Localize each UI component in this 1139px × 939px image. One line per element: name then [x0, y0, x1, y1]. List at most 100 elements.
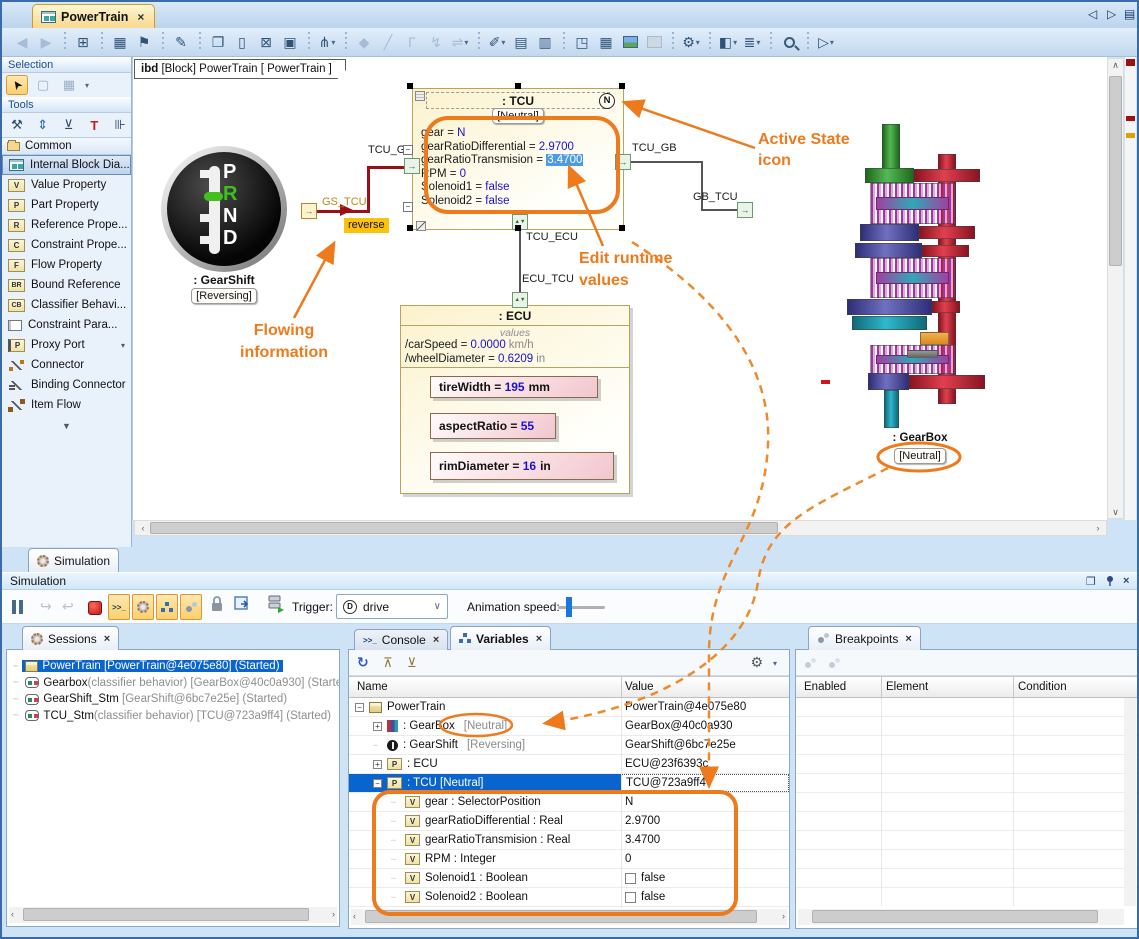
ecu-parameter-box[interactable]: tireWidth = 195mm: [430, 376, 598, 398]
port-label-gb-tcu[interactable]: GB_TCU: [693, 191, 738, 203]
create-diagram-icon[interactable]: ⚑: [133, 31, 155, 53]
palette-item-classifier-behavi[interactable]: CBClassifier Behavi...: [2, 295, 131, 315]
ecu-title[interactable]: : ECU: [401, 309, 629, 323]
column-divider[interactable]: [881, 677, 882, 699]
hierarchy-icon[interactable]: ⋔▾: [316, 31, 338, 53]
swimlane-v-icon[interactable]: ▤: [510, 31, 532, 53]
step-into-icon[interactable]: ↪: [40, 598, 52, 615]
animation-toggle-icon[interactable]: [132, 594, 154, 620]
text-tool-icon[interactable]: T: [83, 115, 105, 135]
compartment-grip[interactable]: [415, 91, 425, 101]
variable-row[interactable]: −P: TCU [Neutral]TCU@723a9ff4: [349, 774, 789, 793]
trigger-icon[interactable]: [268, 595, 285, 616]
close-tab-icon[interactable]: ×: [536, 633, 542, 645]
run-icon[interactable]: ▷▾: [815, 31, 837, 53]
column-divider[interactable]: [621, 677, 622, 699]
refresh-icon[interactable]: ↻: [357, 654, 369, 671]
animation-speed-slider-thumb[interactable]: [566, 597, 572, 617]
palette-item-item-flow[interactable]: Item Flow: [2, 395, 131, 415]
console-toggle-icon[interactable]: >>_: [108, 594, 130, 620]
ecu-parameter-box[interactable]: rimDiameter = 16in: [430, 452, 614, 480]
close-tab-icon[interactable]: ×: [905, 633, 911, 645]
variable-row[interactable]: ┄VSolenoid2 : Booleanfalse: [349, 888, 789, 907]
breakpoints-vscrollbar[interactable]: [1124, 698, 1136, 906]
tcu-value-line[interactable]: gear = N: [421, 127, 583, 141]
back-icon[interactable]: ◀: [11, 31, 33, 53]
selection-dd-icon[interactable]: ▾: [85, 81, 89, 90]
palette-common-group[interactable]: Common: [2, 137, 131, 155]
pointer-tool-icon[interactable]: ➤: [6, 75, 28, 95]
expand-all-icon[interactable]: ⊼: [383, 655, 393, 671]
gearbox-image[interactable]: [847, 120, 987, 430]
stop-icon[interactable]: [88, 601, 102, 615]
tab-powertrain[interactable]: PowerTrain ×: [32, 4, 155, 28]
canvas-vscroll-thumb[interactable]: [1109, 76, 1122, 266]
active-state-badge[interactable]: N: [599, 93, 615, 109]
session-item[interactable]: ┄PowerTrain [PowerTrain@4e075e80] (Start…: [13, 658, 283, 674]
scroll-right-icon[interactable]: ›: [332, 909, 335, 919]
tcu-title[interactable]: : TCU: [426, 92, 610, 109]
close-tab-icon[interactable]: ×: [137, 10, 144, 24]
sessions-hscrollbar[interactable]: ‹ ›: [9, 907, 337, 923]
breakpoints-hscrollbar[interactable]: [798, 909, 1124, 925]
palette-item-constraint-prope[interactable]: CConstraint Prope...: [2, 235, 131, 255]
multi-select-tool-icon[interactable]: ▦: [58, 75, 80, 95]
gearbox-state-label[interactable]: [Neutral]: [894, 448, 946, 464]
variables-hscroll-thumb[interactable]: [365, 910, 757, 923]
paste-icon[interactable]: ▯: [231, 31, 253, 53]
variable-row[interactable]: +P: ECUECU@23f6393c: [349, 755, 789, 774]
palette-more-icon[interactable]: ▼: [2, 421, 131, 431]
close-panel-icon[interactable]: ×: [1123, 575, 1129, 587]
pause-icon[interactable]: [12, 600, 16, 614]
connector-tcu-gb[interactable]: [630, 161, 702, 163]
restore-panel-icon[interactable]: ❐: [1086, 575, 1096, 588]
copy-icon[interactable]: ❐: [207, 31, 229, 53]
forward-icon[interactable]: ▶: [35, 31, 57, 53]
column-name[interactable]: Name: [349, 681, 388, 693]
variable-row[interactable]: ┄: GearShift[Reversing]GearShift@6bc7e25…: [349, 736, 789, 755]
marquee-tool-icon[interactable]: ▢: [32, 75, 54, 95]
pin-panel-icon[interactable]: [1105, 575, 1115, 590]
diagram-list-icon[interactable]: ▤: [1124, 7, 1135, 21]
export-icon[interactable]: [234, 596, 251, 615]
line-style-icon[interactable]: ╱: [377, 31, 399, 53]
variable-row[interactable]: +: GearBox[Neutral]GearBox@40c0a930: [349, 717, 789, 736]
legend-icon[interactable]: ≣▾: [741, 31, 763, 53]
lock-icon[interactable]: [210, 596, 224, 615]
palette-item-internal-block-dia[interactable]: Internal Block Dia...: [2, 155, 131, 175]
palette-item-proxy-port[interactable]: PProxy Port▾: [2, 335, 131, 355]
port-tcu-gb[interactable]: →: [615, 154, 631, 170]
tcu-collapse-toggle[interactable]: −: [403, 145, 413, 155]
scroll-left-icon[interactable]: ‹: [137, 523, 149, 533]
session-item[interactable]: ┄GearShift_Stm [GearShift@6bc7e25e] (Sta…: [13, 691, 290, 707]
warning-marker[interactable]: [1126, 133, 1135, 138]
selection-handle[interactable]: [515, 83, 521, 89]
column-element[interactable]: Element: [886, 677, 928, 698]
collapse-tool-icon[interactable]: ⊻: [58, 115, 80, 135]
tcu-value-line[interactable]: Solenoid1 = false: [421, 181, 583, 195]
tab-variables[interactable]: Variables ×: [450, 626, 551, 650]
close-tab-icon[interactable]: ×: [104, 633, 110, 645]
resize-grip-icon[interactable]: [416, 221, 426, 231]
collapse-icon[interactable]: −: [373, 779, 382, 788]
note-icon[interactable]: ✐▾: [486, 31, 508, 53]
path-type-icon[interactable]: ⇌▾: [449, 31, 471, 53]
session-item[interactable]: ┄Gearbox(classifier behavior) [GearBox@4…: [13, 675, 340, 691]
gearshift-title[interactable]: : GearShift: [124, 273, 324, 287]
port-gs-tcu[interactable]: →: [301, 203, 317, 219]
error-marker[interactable]: [1126, 59, 1135, 66]
gearbox-title[interactable]: : GearBox: [820, 432, 1020, 444]
gear-icon[interactable]: ⚙▾: [680, 31, 702, 53]
session-item[interactable]: ┄TCU_Stm(classifier behavior) [TCU@723a9…: [13, 708, 334, 724]
variables-hscrollbar[interactable]: ‹ ›: [351, 909, 787, 925]
tcu-runtime-values[interactable]: gear = NgearRatioDifferential = 2.9700ge…: [421, 127, 583, 208]
selection-handle[interactable]: [619, 83, 625, 89]
variable-row[interactable]: −PowerTrainPowerTrain@4e075e80: [349, 698, 789, 717]
tab-simulation[interactable]: Simulation: [28, 548, 119, 572]
palette-item-bound-reference[interactable]: BRBound Reference: [2, 275, 131, 295]
connector-gs-tcu[interactable]: [367, 166, 405, 169]
attached-image-icon[interactable]: [643, 31, 665, 53]
checkbox[interactable]: [625, 892, 636, 903]
structure-map-icon[interactable]: ▦: [109, 31, 131, 53]
palette-item-reference-prope[interactable]: RReference Prope...: [2, 215, 131, 235]
